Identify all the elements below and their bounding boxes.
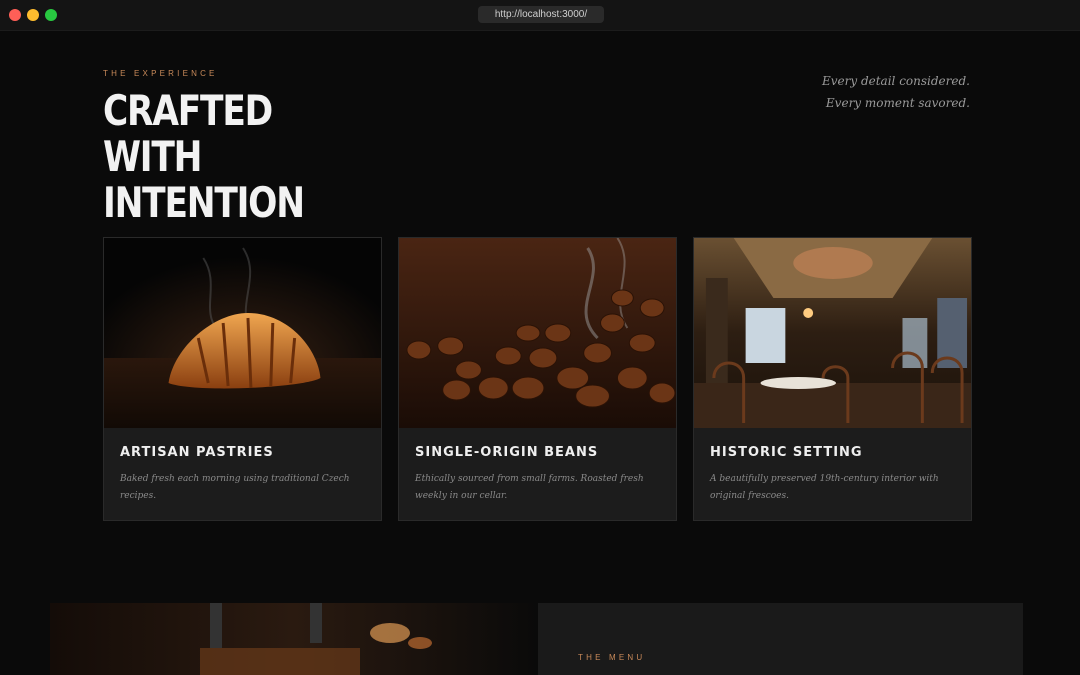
cafe-interior-photo bbox=[694, 238, 971, 428]
browser-toolbar: http://localhost:3000/ bbox=[0, 0, 1080, 31]
card-description: A beautifully preserved 19th-century int… bbox=[710, 474, 939, 501]
card-description: Baked fresh each morning using tradition… bbox=[120, 474, 350, 501]
feature-card-pastries: ARTISAN PASTRIES Baked fresh each mornin… bbox=[103, 237, 382, 521]
section-tagline: Every detail considered. Every moment sa… bbox=[822, 70, 970, 114]
coffee-beans-photo bbox=[399, 238, 676, 428]
close-window-button[interactable] bbox=[9, 9, 21, 21]
card-title: SINGLE-ORIGIN BEANS bbox=[415, 445, 599, 460]
headline-line-1: CRAFTED WITH bbox=[103, 86, 273, 181]
minimize-window-button[interactable] bbox=[27, 9, 39, 21]
menu-section: THE MENU bbox=[538, 603, 1023, 675]
espresso-machine-photo bbox=[50, 603, 538, 675]
section-eyebrow: THE EXPERIENCE bbox=[103, 69, 218, 78]
croissant-photo bbox=[104, 238, 381, 428]
card-title: ARTISAN PASTRIES bbox=[120, 445, 274, 460]
address-bar[interactable]: http://localhost:3000/ bbox=[478, 6, 604, 23]
headline-line-2: INTENTION bbox=[103, 178, 305, 227]
maximize-window-button[interactable] bbox=[45, 9, 57, 21]
section-headline: CRAFTED WITH INTENTION bbox=[103, 88, 349, 226]
card-description: Ethically sourced from small farms. Roas… bbox=[415, 474, 644, 501]
card-title: HISTORIC SETTING bbox=[710, 445, 863, 460]
feature-card-beans: SINGLE-ORIGIN BEANS Ethically sourced fr… bbox=[398, 237, 677, 521]
tagline-line-2: Every moment savored. bbox=[825, 96, 970, 110]
menu-eyebrow: THE MENU bbox=[578, 653, 646, 662]
tagline-line-1: Every detail considered. bbox=[821, 74, 970, 88]
feature-card-setting: HISTORIC SETTING A beautifully preserved… bbox=[693, 237, 972, 521]
